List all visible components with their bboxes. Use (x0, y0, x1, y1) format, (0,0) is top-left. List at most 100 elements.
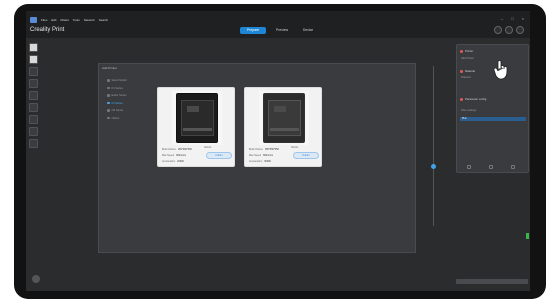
window-controls: – □ × (501, 16, 524, 21)
spec-value: 350*350*350 (264, 148, 279, 151)
series-label: CR Series (111, 109, 124, 112)
spec-value: 20000 (177, 160, 184, 163)
spec-value: 600mm/s (263, 154, 273, 157)
slider-track (433, 66, 434, 226)
spec-key: Build Volume (249, 148, 263, 151)
printer-specs: Build Volume 350*350*350 Max Speed 600mm/s… (249, 148, 279, 163)
spec-value: 600mm/s (176, 154, 186, 157)
slider-knob[interactable] (431, 164, 436, 169)
step-dot-icon (107, 116, 110, 120)
printer-bed (183, 128, 212, 131)
step-dot-icon (107, 109, 110, 112)
printer-head (274, 106, 286, 112)
printer-card[interactable]: Build Volume 350*350*350 Max Speed 600mm/s… (244, 87, 322, 167)
series-list: Select Model K1 Series Ender Series K2 S… (107, 79, 127, 120)
help-icon[interactable] (516, 26, 524, 34)
slice-button[interactable] (456, 279, 528, 284)
material-section-header[interactable]: Material (460, 69, 475, 73)
minimize-icon[interactable]: – (501, 16, 503, 21)
menu-files[interactable]: Files (41, 18, 47, 22)
add-printer-dialog: Add Printer Select Model K1 Series Ender… (98, 63, 416, 253)
section-bullet-icon (460, 49, 463, 53)
spec-key: Acceleration (249, 160, 263, 163)
spec-row: Max Speed 600mm/s (162, 154, 192, 157)
title-bar: Files Edit Model Tools Network Search Cr… (26, 11, 530, 38)
spec-value: 260*260*300 (177, 148, 192, 151)
support-icon[interactable] (29, 115, 38, 124)
delete-icon[interactable] (511, 165, 515, 169)
dialog-title: Add Printer (102, 66, 118, 70)
layout-icon[interactable] (29, 139, 38, 148)
section-title: Material (465, 69, 475, 73)
menu-bar: Files Edit Model Tools Network Search (30, 16, 108, 24)
cut-icon[interactable] (29, 103, 38, 112)
spec-row: Max Speed 600mm/s (249, 154, 279, 157)
series-item[interactable]: Select Model (107, 79, 127, 82)
measure-icon[interactable] (29, 127, 38, 136)
series-item[interactable]: CR Series (107, 109, 127, 112)
filament-label: Filament (461, 76, 471, 79)
printer-head (187, 106, 199, 112)
app-logo-icon (30, 17, 37, 23)
notification-icon[interactable] (32, 275, 40, 283)
add-icon[interactable] (467, 165, 471, 169)
step-dot-icon (107, 94, 110, 97)
menu-model[interactable]: Model (61, 18, 69, 22)
spec-row: Acceleration 30000 (249, 160, 279, 163)
scale-icon[interactable] (29, 91, 38, 100)
series-item-selected[interactable]: K2 Series (107, 102, 127, 105)
settings-section-header[interactable]: Parameter config (460, 97, 486, 101)
tab-prepare[interactable]: Prepare (240, 27, 266, 34)
menu-edit[interactable]: Edit (51, 18, 56, 22)
printer-bed (270, 128, 299, 131)
printer-section-header[interactable]: Printer (460, 49, 473, 53)
close-icon[interactable]: × (522, 16, 524, 21)
series-item[interactable]: Others (107, 117, 127, 120)
open-folder-icon[interactable] (29, 55, 38, 64)
section-bullet-icon (460, 97, 463, 101)
pointer-hand-icon (493, 60, 508, 80)
step-dot-icon (107, 86, 110, 90)
nozzle-select[interactable]: 0.4mm (293, 152, 319, 159)
series-label: Ender Series (111, 94, 127, 97)
add-printer-link[interactable]: Add Printer (461, 57, 474, 60)
series-item[interactable]: K1 Series (107, 87, 127, 90)
step-dot-icon (107, 79, 110, 82)
menu-search[interactable]: Search (99, 18, 109, 22)
printer-card[interactable]: Build Volume 260*260*300 Max Speed 600mm/s… (157, 87, 235, 167)
user-icon[interactable] (494, 26, 502, 34)
menu-network[interactable]: Network (84, 18, 95, 22)
section-title: Parameter config (465, 97, 487, 101)
tab-preview[interactable]: Preview (272, 27, 292, 34)
spec-key: Max Speed (249, 154, 262, 157)
menu-tools[interactable]: Tools (73, 18, 80, 22)
filament-row[interactable]: PLA (460, 117, 526, 121)
series-label: Select Model (111, 79, 127, 82)
layer-slider[interactable] (431, 66, 436, 226)
rotate-icon[interactable] (29, 79, 38, 88)
spec-row: Build Volume 350*350*350 (249, 148, 279, 151)
series-item[interactable]: Ender Series (107, 94, 127, 97)
add-model-icon[interactable] (29, 43, 38, 52)
move-icon[interactable] (29, 67, 38, 76)
printer-image (259, 91, 309, 145)
spec-key: Max Speed (162, 154, 175, 157)
series-label: K2 Series (111, 101, 123, 105)
series-label: Others (111, 116, 120, 120)
settings-icon[interactable] (505, 26, 513, 34)
nozzle-label: Nozzle (204, 146, 212, 149)
tab-device[interactable]: Device (298, 27, 318, 34)
printer-icon (263, 93, 305, 143)
edit-icon[interactable] (489, 165, 493, 169)
status-indicator (526, 233, 529, 239)
printer-specs: Build Volume 260*260*300 Max Speed 600mm/s… (162, 148, 192, 163)
spec-row: Build Volume 260*260*300 (162, 148, 192, 151)
section-title: Printer (465, 49, 474, 53)
nozzle-select[interactable]: 0.4mm (206, 152, 232, 159)
spec-value: 30000 (264, 160, 271, 163)
printer-image (172, 91, 222, 145)
printer-icon (176, 93, 218, 143)
panel-footer-icons (467, 165, 515, 169)
maximize-icon[interactable]: □ (511, 16, 513, 21)
top-right-icons (494, 26, 524, 34)
